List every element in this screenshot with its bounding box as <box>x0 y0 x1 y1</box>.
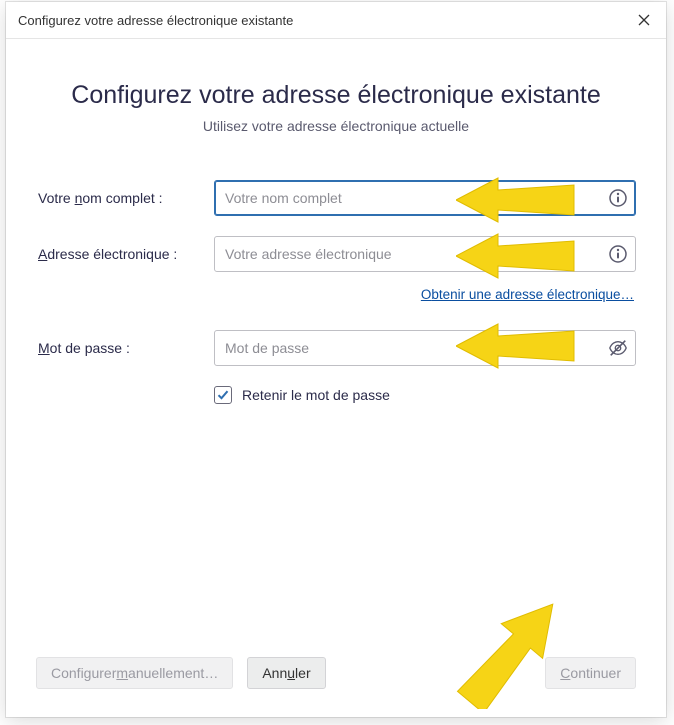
configure-manually-button[interactable]: Configurer manuellement… <box>36 657 233 689</box>
password-label: Mot de passe : <box>36 340 214 356</box>
get-email-link[interactable]: Obtenir une adresse électronique… <box>421 287 634 302</box>
get-email-link-row: Obtenir une adresse électronique… <box>36 286 636 302</box>
page-subheading: Utilisez votre adresse électronique actu… <box>36 118 636 134</box>
fullname-label: Votre nom complet : <box>36 190 214 206</box>
remember-password-checkbox[interactable] <box>214 386 232 404</box>
check-icon <box>217 389 229 401</box>
email-setup-dialog: Configurez votre adresse électronique ex… <box>6 2 666 717</box>
password-input-wrap <box>214 330 636 366</box>
remember-password-row: Retenir le mot de passe <box>214 386 636 404</box>
info-icon[interactable] <box>608 188 628 208</box>
continue-button[interactable]: Continuer <box>545 657 636 689</box>
titlebar: Configurez votre adresse électronique ex… <box>6 2 666 39</box>
email-label: Adresse électronique : <box>36 246 214 262</box>
window-title: Configurez votre adresse électronique ex… <box>18 13 293 28</box>
fullname-input-wrap <box>214 180 636 216</box>
info-icon[interactable] <box>608 244 628 264</box>
email-input-wrap <box>214 236 636 272</box>
fullname-row: Votre nom complet : <box>36 180 636 216</box>
fullname-input[interactable] <box>214 180 636 216</box>
close-icon <box>638 14 650 26</box>
cancel-button[interactable]: Annuler <box>247 657 325 689</box>
page-heading: Configurez votre adresse électronique ex… <box>36 81 636 110</box>
close-button[interactable] <box>632 8 656 32</box>
email-input[interactable] <box>214 236 636 272</box>
password-row: Mot de passe : <box>36 330 636 366</box>
email-row: Adresse électronique : <box>36 236 636 272</box>
password-input[interactable] <box>214 330 636 366</box>
dialog-content: Configurez votre adresse électronique ex… <box>6 39 666 717</box>
remember-password-label: Retenir le mot de passe <box>242 387 390 403</box>
dialog-footer: Configurer manuellement… Annuler Continu… <box>6 641 666 717</box>
eye-off-icon[interactable] <box>608 338 628 358</box>
